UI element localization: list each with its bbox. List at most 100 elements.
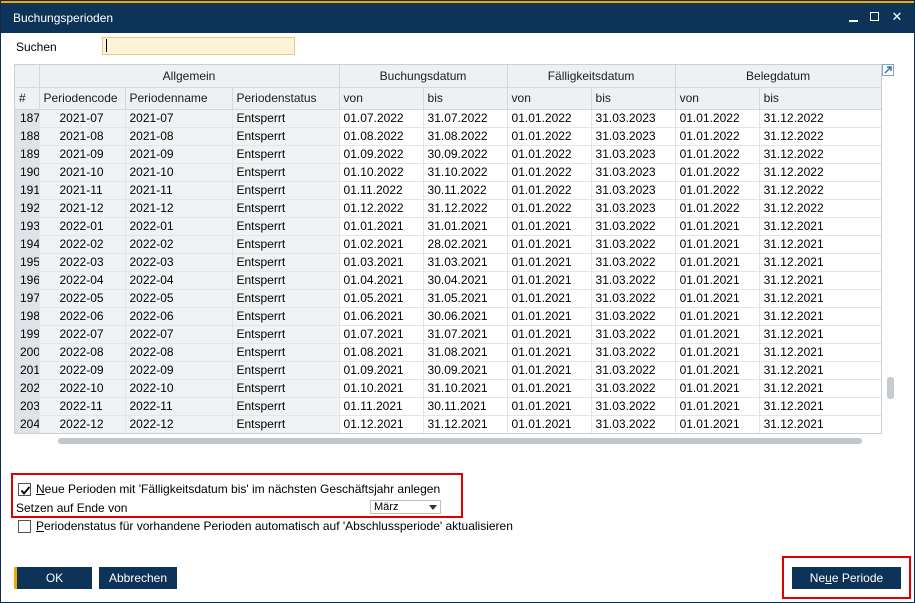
cell-document-from[interactable]: 01.01.2022: [675, 127, 760, 146]
search-input[interactable]: [102, 37, 295, 55]
cell-document-from[interactable]: 01.01.2022: [675, 145, 760, 164]
cell-due-from[interactable]: 01.01.2021: [507, 379, 592, 398]
cell-due-from[interactable]: 01.01.2021: [507, 415, 592, 433]
cell-period-name[interactable]: 2021-10: [125, 163, 233, 182]
cell-period-code[interactable]: 2021-09: [39, 145, 126, 164]
cell-due-from[interactable]: 01.01.2021: [507, 343, 592, 362]
cell-document-from[interactable]: 01.01.2021: [675, 415, 760, 433]
cell-period-name[interactable]: 2022-03: [125, 253, 233, 272]
cell-due-from[interactable]: 01.01.2022: [507, 145, 592, 164]
cell-document-from[interactable]: 01.01.2022: [675, 181, 760, 200]
cell-row-number[interactable]: 195: [15, 253, 40, 272]
cell-period-status[interactable]: Entsperrt: [232, 379, 340, 398]
cell-period-status[interactable]: Entsperrt: [232, 145, 340, 164]
cell-document-to[interactable]: 31.12.2021: [759, 343, 881, 362]
col-header-document-from[interactable]: von: [675, 87, 760, 110]
cell-document-from[interactable]: 01.01.2021: [675, 379, 760, 398]
table-row[interactable]: 189 2021-09 2021-09 Entsperrt 01.09.2022 30.0…: [15, 145, 881, 164]
cell-posting-from[interactable]: 01.06.2021: [339, 307, 424, 326]
cell-posting-to[interactable]: 31.05.2021: [423, 289, 508, 308]
cell-document-from[interactable]: 01.01.2021: [675, 217, 760, 236]
cell-posting-from[interactable]: 01.05.2021: [339, 289, 424, 308]
cell-posting-from[interactable]: 01.01.2021: [339, 217, 424, 236]
cell-due-to[interactable]: 31.03.2022: [591, 397, 676, 416]
cell-period-name[interactable]: 2022-10: [125, 379, 233, 398]
cell-document-to[interactable]: 31.12.2022: [759, 181, 881, 200]
cell-row-number[interactable]: 188: [15, 127, 40, 146]
cell-period-name[interactable]: 2021-09: [125, 145, 233, 164]
cell-due-to[interactable]: 31.03.2023: [591, 199, 676, 218]
cell-due-to[interactable]: 31.03.2022: [591, 307, 676, 326]
cell-due-from[interactable]: 01.01.2021: [507, 271, 592, 290]
cell-posting-from[interactable]: 01.11.2022: [339, 181, 424, 200]
cell-period-name[interactable]: 2022-04: [125, 271, 233, 290]
table-row[interactable]: 192 2021-12 2021-12 Entsperrt 01.12.2022 31.1…: [15, 199, 881, 218]
cell-posting-to[interactable]: 31.10.2021: [423, 379, 508, 398]
cell-period-status[interactable]: Entsperrt: [232, 181, 340, 200]
cell-row-number[interactable]: 198: [15, 307, 40, 326]
col-header-posting-to[interactable]: bis: [423, 87, 508, 110]
cell-due-from[interactable]: 01.01.2022: [507, 109, 592, 128]
table-row[interactable]: 188 2021-08 2021-08 Entsperrt 01.08.2022 31.0…: [15, 127, 881, 146]
title-bar[interactable]: Buchungsperioden ✕: [1, 1, 914, 33]
table-row[interactable]: 194 2022-02 2022-02 Entsperrt 01.02.2021 28.0…: [15, 235, 881, 254]
cell-posting-to[interactable]: 31.03.2021: [423, 253, 508, 272]
cell-document-from[interactable]: 01.01.2021: [675, 325, 760, 344]
cell-period-status[interactable]: Entsperrt: [232, 361, 340, 380]
cell-posting-to[interactable]: 31.12.2021: [423, 415, 508, 433]
month-select[interactable]: März: [370, 500, 441, 514]
table-row[interactable]: 198 2022-06 2022-06 Entsperrt 01.06.2021 30.0…: [15, 307, 881, 326]
cell-document-from[interactable]: 01.01.2022: [675, 199, 760, 218]
cell-period-status[interactable]: Entsperrt: [232, 325, 340, 344]
cell-document-to[interactable]: 31.12.2021: [759, 253, 881, 272]
cell-period-name[interactable]: 2022-11: [125, 397, 233, 416]
cell-period-status[interactable]: Entsperrt: [232, 307, 340, 326]
cell-posting-to[interactable]: 30.09.2021: [423, 361, 508, 380]
horizontal-scrollbar[interactable]: [58, 438, 862, 444]
table-row[interactable]: 197 2022-05 2022-05 Entsperrt 01.05.2021 31.0…: [15, 289, 881, 308]
table-row[interactable]: 202 2022-10 2022-10 Entsperrt 01.10.2021 31.1…: [15, 379, 881, 398]
cell-period-code[interactable]: 2022-02: [39, 235, 126, 254]
cell-period-name[interactable]: 2022-05: [125, 289, 233, 308]
cell-row-number[interactable]: 194: [15, 235, 40, 254]
close-icon[interactable]: ✕: [889, 8, 905, 26]
col-header-period-code[interactable]: Periodencode: [39, 87, 126, 110]
cell-period-name[interactable]: 2022-06: [125, 307, 233, 326]
table-row[interactable]: 203 2022-11 2022-11 Entsperrt 01.11.2021 30.1…: [15, 397, 881, 416]
cell-posting-from[interactable]: 01.07.2022: [339, 109, 424, 128]
cell-document-to[interactable]: 31.12.2021: [759, 397, 881, 416]
cell-posting-from[interactable]: 01.07.2021: [339, 325, 424, 344]
minimize-icon[interactable]: [846, 8, 862, 26]
cell-due-from[interactable]: 01.01.2021: [507, 289, 592, 308]
cell-due-to[interactable]: 31.03.2022: [591, 217, 676, 236]
cell-period-code[interactable]: 2022-07: [39, 325, 126, 344]
cell-due-to[interactable]: 31.03.2022: [591, 379, 676, 398]
cell-document-to[interactable]: 31.12.2021: [759, 361, 881, 380]
cell-due-to[interactable]: 31.03.2022: [591, 235, 676, 254]
cell-posting-from[interactable]: 01.08.2021: [339, 343, 424, 362]
cell-posting-to[interactable]: 31.01.2021: [423, 217, 508, 236]
cell-document-to[interactable]: 31.12.2022: [759, 127, 881, 146]
cell-due-from[interactable]: 01.01.2022: [507, 163, 592, 182]
cancel-button[interactable]: Abbrechen: [99, 567, 177, 589]
cell-due-to[interactable]: 31.03.2023: [591, 109, 676, 128]
cell-posting-to[interactable]: 31.07.2021: [423, 325, 508, 344]
cell-posting-to[interactable]: 31.12.2022: [423, 199, 508, 218]
cell-posting-to[interactable]: 31.07.2022: [423, 109, 508, 128]
cell-period-status[interactable]: Entsperrt: [232, 289, 340, 308]
col-header-document-to[interactable]: bis: [759, 87, 881, 110]
cell-document-to[interactable]: 31.12.2022: [759, 145, 881, 164]
cell-document-to[interactable]: 31.12.2021: [759, 415, 881, 433]
cell-row-number[interactable]: 200: [15, 343, 40, 362]
cell-row-number[interactable]: 189: [15, 145, 40, 164]
cell-period-status[interactable]: Entsperrt: [232, 217, 340, 236]
cell-document-from[interactable]: 01.01.2021: [675, 253, 760, 272]
cell-posting-to[interactable]: 30.09.2022: [423, 145, 508, 164]
col-header-posting-from[interactable]: von: [339, 87, 424, 110]
cell-document-to[interactable]: 31.12.2022: [759, 109, 881, 128]
cell-period-name[interactable]: 2022-07: [125, 325, 233, 344]
cell-due-from[interactable]: 01.01.2022: [507, 127, 592, 146]
table-row[interactable]: 204 2022-12 2022-12 Entsperrt 01.12.2021 31.1…: [15, 415, 881, 433]
cell-posting-to[interactable]: 30.04.2021: [423, 271, 508, 290]
cell-period-code[interactable]: 2022-09: [39, 361, 126, 380]
